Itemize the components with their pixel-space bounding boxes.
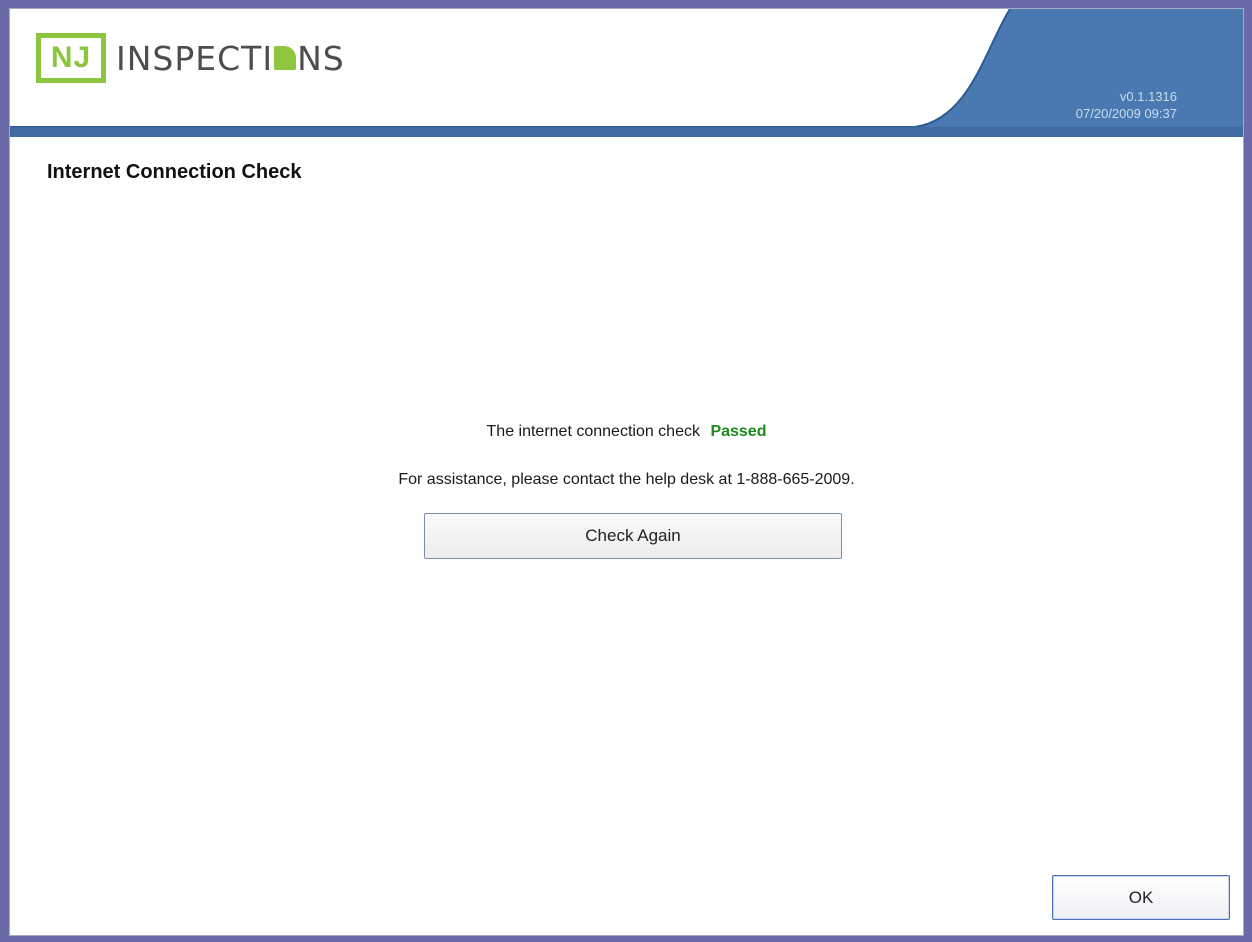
check-again-button[interactable]: Check Again [424, 513, 842, 559]
ok-button[interactable]: OK [1052, 875, 1230, 920]
logo-wordmark-prefix: INSPECTI [116, 38, 274, 78]
logo-nj-text: NJ [50, 41, 92, 74]
status-text: The internet connection check [486, 423, 700, 440]
version-info: v0.1.1316 07/20/2009 09:37 [1076, 88, 1177, 122]
application-window: NJ INSPECTI NS v0.1.1316 07/20/2009 09:3… [0, 0, 1252, 942]
help-desk-text: For assistance, please contact the help … [398, 471, 855, 488]
version-datetime: 07/20/2009 09:37 [1075, 106, 1177, 121]
version-number: v0.1.1316 [1119, 89, 1177, 104]
page-title: Internet Connection Check [47, 161, 302, 183]
leaf-icon [274, 46, 297, 70]
nj-inspections-logo: NJ INSPECTI NS [36, 33, 345, 83]
logo-wordmark: INSPECTI NS [116, 39, 345, 78]
status-result-badge: Passed [710, 423, 767, 440]
main-panel: NJ INSPECTI NS v0.1.1316 07/20/2009 09:3… [9, 8, 1244, 936]
logo-wordmark-suffix: NS [297, 38, 345, 78]
status-line: The internet connection check Passed [10, 423, 1243, 447]
header-banner: NJ INSPECTI NS v0.1.1316 07/20/2009 09:3… [10, 9, 1243, 137]
logo-nj-box: NJ [36, 33, 106, 83]
status-section: The internet connection check Passed For… [10, 423, 1243, 495]
